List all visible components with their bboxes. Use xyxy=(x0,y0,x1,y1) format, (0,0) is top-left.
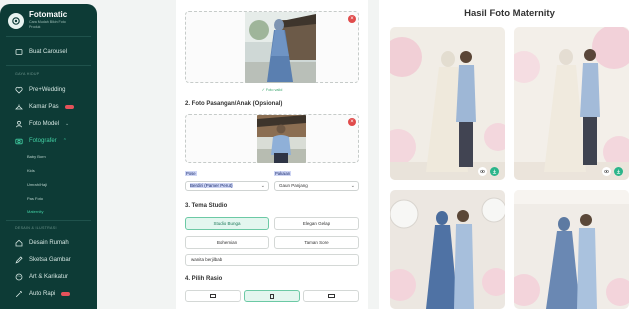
sidebar-item-buat-carousel[interactable]: Buat Carousel xyxy=(0,45,97,59)
theme-option-taman-sore[interactable]: Taman Sore xyxy=(274,236,359,249)
hanger-icon xyxy=(15,103,23,111)
result-card-1[interactable] xyxy=(390,27,505,180)
palette-icon xyxy=(15,273,23,281)
pose-select[interactable]: Berdiri (Pamer Perut) ⌄ xyxy=(185,181,269,191)
sidebar-item-label: Foto Model xyxy=(29,121,60,127)
view-icon[interactable] xyxy=(478,167,487,176)
magic-icon xyxy=(15,290,23,298)
ratio-option-wide[interactable] xyxy=(303,290,359,302)
new-badge xyxy=(61,292,71,296)
ratio-option-landscape[interactable] xyxy=(185,290,241,302)
result-image-1 xyxy=(390,27,505,180)
sidebar-item-label: Sketsa Gambar xyxy=(29,257,71,263)
remove-photo-button[interactable]: × xyxy=(348,15,356,23)
camera-icon xyxy=(15,137,23,145)
pose-select-value: Berdiri (Pamer Perut) xyxy=(190,183,233,188)
result-card-4[interactable] xyxy=(514,190,629,309)
theme-option-elegan-gelap[interactable]: Elegan Gelap xyxy=(274,217,359,230)
sidebar: Fotomatic Cara Mudah Bikin Foto Produk B… xyxy=(0,4,97,309)
sidebar-item-kamar-pas[interactable]: Kamar Pas xyxy=(0,100,97,114)
landscape-ratio-icon xyxy=(210,294,216,298)
sidebar-divider xyxy=(6,36,91,37)
wide-ratio-icon xyxy=(327,294,335,298)
view-icon[interactable] xyxy=(602,167,611,176)
results-panel: Hasil Foto Maternity xyxy=(379,0,640,309)
sidebar-item-fotografer[interactable]: Fotografer ⌃ xyxy=(0,134,97,148)
custom-prompt-input[interactable]: wanita berjilbab xyxy=(185,254,359,266)
sidebar-item-foto-model[interactable]: Foto Model ⌄ xyxy=(0,117,97,131)
upload-box-partner-photo[interactable]: × xyxy=(185,114,359,163)
section-title-studio-theme: 3. Tema Studio xyxy=(185,203,228,209)
uploaded-photo-woman xyxy=(245,12,316,83)
result-card-3[interactable] xyxy=(390,190,505,309)
results-title: Hasil Foto Maternity xyxy=(464,8,555,19)
sidebar-item-label: Pre+Wedding xyxy=(29,87,66,93)
chevron-down-icon: ⌄ xyxy=(260,183,265,189)
sidebar-item-label: Buat Carousel xyxy=(29,49,68,55)
chevron-down-icon: ⌄ xyxy=(350,183,355,189)
sidebar-subitem-baby-born[interactable]: Baby Born xyxy=(27,154,46,159)
brand-logo-icon xyxy=(8,13,24,29)
sidebar-divider xyxy=(6,65,91,66)
brand-title: Fotomatic xyxy=(29,10,68,19)
heart-icon xyxy=(15,86,23,94)
pakaian-select[interactable]: Gaun Panjang ⌄ xyxy=(274,181,359,191)
sidebar-item-sketsa-gambar[interactable]: Sketsa Gambar xyxy=(0,253,97,267)
app-root: Fotomatic Cara Mudah Bikin Foto Produk B… xyxy=(0,0,640,309)
sidebar-subitem-pas-foto[interactable]: Pas Foto xyxy=(27,196,43,201)
sidebar-subitem-umrah-haji[interactable]: Umrah/Haji xyxy=(27,182,47,187)
sidebar-item-art-karikatur[interactable]: Art & Karikatur xyxy=(0,270,97,284)
ratio-option-portrait[interactable] xyxy=(244,290,300,302)
result-image-2 xyxy=(514,27,629,180)
form-panel: × ✓ Foto valid 2. Foto Pasangan/Anak (Op… xyxy=(176,0,368,309)
sidebar-divider xyxy=(6,220,91,221)
sidebar-item-label: Fotografer xyxy=(29,138,57,144)
sketch-icon xyxy=(15,256,23,264)
sidebar-item-desain-rumah[interactable]: Desain Rumah xyxy=(0,236,97,250)
sidebar-item-label: Art & Karikatur xyxy=(29,274,69,280)
sidebar-subitem-kids[interactable]: Kids xyxy=(27,168,35,173)
portrait-ratio-icon xyxy=(270,293,274,299)
chevron-up-icon: ⌃ xyxy=(62,138,67,144)
user-icon xyxy=(15,120,23,128)
theme-option-studio-bunga[interactable]: Studio Bunga xyxy=(185,217,269,230)
upload-box-main-photo[interactable]: × xyxy=(185,11,359,83)
sidebar-item-label: Auto Rapi xyxy=(29,291,56,297)
new-badge xyxy=(64,105,74,109)
pakaian-label: Pakaian xyxy=(274,171,292,176)
pose-label: Pose xyxy=(185,171,197,176)
uploaded-photo-man xyxy=(257,115,306,163)
result-image-3 xyxy=(390,190,505,309)
home-icon xyxy=(15,239,23,247)
sidebar-item-auto-rapi[interactable]: Auto Rapi xyxy=(0,287,97,301)
section-title-ratio: 4. Pilih Rasio xyxy=(185,276,223,282)
sidebar-item-label: Desain Rumah xyxy=(29,240,69,246)
result-image-4 xyxy=(514,190,629,309)
remove-partner-photo-button[interactable]: × xyxy=(348,118,356,126)
download-icon[interactable] xyxy=(614,167,623,176)
carousel-icon xyxy=(15,48,23,56)
section-title-partner-photo: 2. Foto Pasangan/Anak (Opsional) xyxy=(185,101,283,107)
sidebar-subitem-maternity[interactable]: Maternity xyxy=(27,209,43,214)
download-icon[interactable] xyxy=(490,167,499,176)
section-label-gaya-hidup: GAYA HIDUP xyxy=(15,72,40,76)
pakaian-select-value: Gaun Panjang xyxy=(279,183,308,188)
brand-subtitle: Cara Mudah Bikin Foto Produk xyxy=(29,20,66,29)
result-card-2[interactable] xyxy=(514,27,629,180)
chevron-down-icon: ⌄ xyxy=(65,121,70,127)
photo-valid-text: ✓ Foto valid xyxy=(261,88,283,92)
sidebar-item-pre-wedding[interactable]: Pre+Wedding xyxy=(0,83,97,97)
theme-option-bohemian[interactable]: Bohemian xyxy=(185,236,269,249)
section-label-desain: DESAIN & ILUSTRASI xyxy=(15,226,57,230)
sidebar-item-label: Kamar Pas xyxy=(29,104,59,110)
brand[interactable]: Fotomatic Cara Mudah Bikin Foto Produk xyxy=(8,10,75,29)
